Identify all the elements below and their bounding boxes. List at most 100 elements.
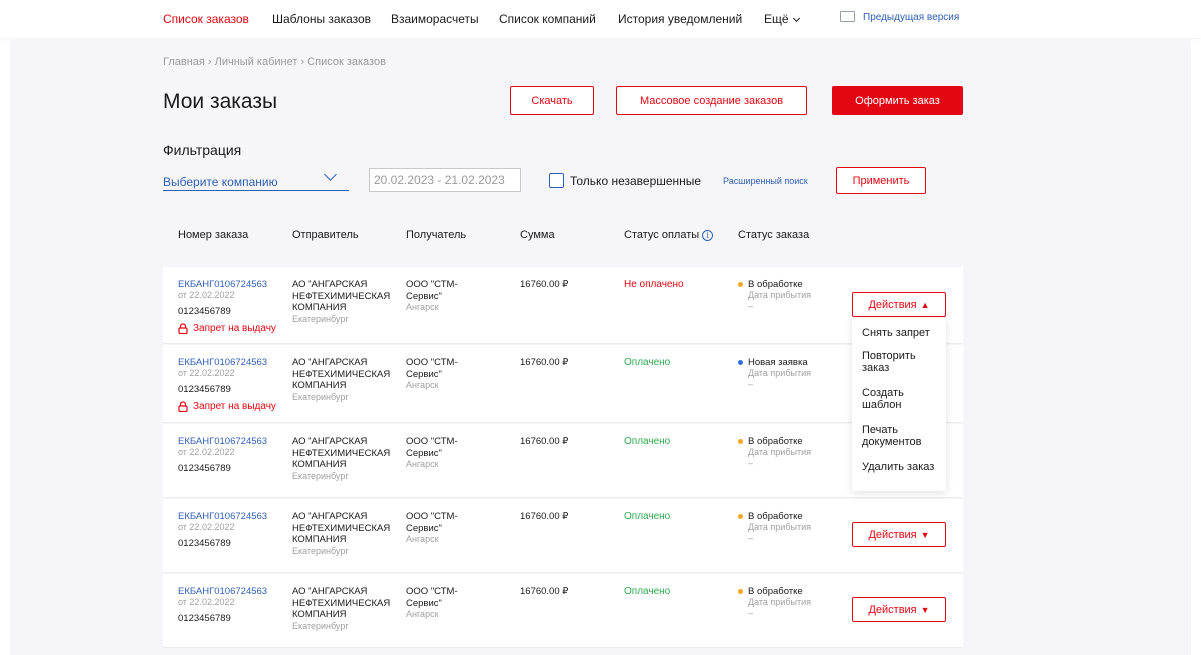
actions-button[interactable]: Действия ▲ — [852, 292, 946, 317]
download-button[interactable]: Скачать — [510, 86, 594, 115]
recipient-city: Ангарск — [406, 459, 439, 469]
ban-label: Запрет на выдачу — [193, 401, 276, 412]
order-code: 0123456789 — [178, 306, 231, 317]
triangle-down-icon: ▼ — [920, 529, 930, 540]
previous-version-link[interactable]: Предыдущая версия — [840, 11, 959, 23]
sender-name: АО "АНГАРСКАЯ НЕФТЕХИМИЧЕСКАЯ КОМПАНИЯ — [292, 436, 391, 470]
arrival-label: Дата прибытия — [748, 368, 811, 378]
recipient-city: Ангарск — [406, 534, 439, 544]
menu-item-create-template[interactable]: Создать шаблон — [862, 387, 942, 411]
order-date: от 22.02.2022 — [178, 597, 235, 607]
menu-item-delete-order[interactable]: Удалить заказ — [862, 461, 942, 473]
sender-name: АО "АНГАРСКАЯ НЕФТЕХИМИЧЕСКАЯ КОМПАНИЯ — [292, 586, 391, 620]
menu-item-repeat-order[interactable]: Повторить заказ — [862, 350, 942, 374]
nav-item-label: Список заказов — [163, 12, 249, 26]
arrival-label: Дата прибытия — [748, 447, 811, 457]
header-order-number: Номер заказа — [178, 229, 249, 241]
nav-item-templates[interactable]: Шаблоны заказов — [272, 12, 371, 26]
payment-status: Оплачено — [624, 586, 671, 597]
payment-status: Оплачено — [624, 357, 671, 368]
order-number-link[interactable]: ЕКБАНГ0106724563 — [178, 586, 267, 597]
arrival-date: – — [748, 458, 754, 468]
monitor-icon — [840, 11, 855, 22]
recipient-name: ООО "СТМ-Сервис" — [406, 436, 458, 459]
order-status: В обработке — [738, 279, 811, 290]
payment-status: Не оплачено — [624, 279, 684, 290]
sender-city: Екатеринбург — [292, 391, 349, 402]
advanced-search-link[interactable]: Расширенный поиск — [723, 176, 808, 186]
payment-status: Оплачено — [624, 511, 671, 522]
header-payment-status: Статус оплаты i — [624, 229, 714, 241]
order-code: 0123456789 — [178, 538, 231, 549]
status-dot — [738, 514, 743, 519]
table-row: ЕКБАНГ0106724563 от 22.02.2022 012345678… — [163, 424, 963, 498]
table-row: ЕКБАНГ0106724563 от 22.02.2022 012345678… — [163, 267, 963, 344]
status-dot — [738, 589, 743, 594]
actions-button[interactable]: Действия ▼ — [852, 597, 946, 622]
apply-button[interactable]: Применить — [836, 167, 926, 194]
order-date: от 22.02.2022 — [178, 522, 235, 532]
filter-title: Фильтрация — [163, 142, 242, 158]
chevron-down-icon — [324, 168, 337, 181]
sender-name: АО "АНГАРСКАЯ НЕФТЕХИМИЧЕСКАЯ КОМПАНИЯ — [292, 279, 391, 313]
nav-item-notifications[interactable]: История уведомлений — [618, 12, 742, 26]
order-status-label: В обработке — [748, 586, 803, 597]
order-status: В обработке — [738, 586, 811, 597]
header-sum: Сумма — [520, 229, 555, 241]
table-row: ЕКБАНГ0106724563 от 22.02.2022 012345678… — [163, 345, 963, 423]
order-sum: 16760.00 ₽ — [520, 279, 569, 290]
order-status: Новая заявка — [738, 357, 811, 368]
status-dot — [738, 439, 743, 444]
date-range-input[interactable] — [369, 168, 521, 192]
arrival-date: – — [748, 379, 754, 389]
arrival-label: Дата прибытия — [748, 290, 811, 300]
order-number-link[interactable]: ЕКБАНГ0106724563 — [178, 511, 267, 522]
nav-item-companies[interactable]: Список компаний — [499, 12, 596, 26]
arrival-date: – — [748, 301, 754, 311]
header-payment-status-label: Статус оплаты — [624, 229, 700, 241]
header-order-status: Статус заказа — [738, 229, 810, 241]
menu-item-print-documents[interactable]: Печать документов — [862, 424, 942, 448]
menu-item-remove-ban[interactable]: Снять запрет — [862, 327, 942, 339]
order-code: 0123456789 — [178, 384, 231, 395]
sender-city: Екатеринбург — [292, 470, 349, 481]
arrival-date: – — [748, 533, 754, 543]
info-icon[interactable]: i — [702, 230, 714, 241]
nav-item-settlements[interactable]: Взаиморасчеты — [391, 12, 479, 26]
company-select[interactable]: Выберите компанию — [163, 168, 349, 191]
header-recipient: Получатель — [406, 229, 467, 241]
arrival-label: Дата прибытия — [748, 597, 811, 607]
lock-icon — [178, 401, 188, 412]
nav-item-orders[interactable]: Список заказов — [163, 12, 249, 40]
order-code: 0123456789 — [178, 613, 231, 624]
create-order-button[interactable]: Оформить заказ — [832, 86, 963, 115]
sender-name: АО "АНГАРСКАЯ НЕФТЕХИМИЧЕСКАЯ КОМПАНИЯ — [292, 357, 391, 391]
order-date: от 22.02.2022 — [178, 447, 235, 457]
recipient-city: Ангарск — [406, 609, 439, 619]
sender-city: Екатеринбург — [292, 313, 349, 324]
ban-badge: Запрет на выдачу — [178, 401, 276, 412]
order-number-link[interactable]: ЕКБАНГ0106724563 — [178, 436, 267, 447]
order-sum: 16760.00 ₽ — [520, 511, 569, 522]
only-unfinished-checkbox[interactable] — [549, 173, 564, 188]
sender-city: Екатеринбург — [292, 620, 349, 631]
order-status-label: В обработке — [748, 511, 803, 522]
table-row: ЕКБАНГ0106724563 от 22.02.2022 012345678… — [163, 574, 963, 648]
header-sender: Отправитель — [292, 229, 359, 241]
nav-item-more[interactable]: Ещё — [764, 12, 800, 26]
order-status-label: В обработке — [748, 436, 803, 447]
recipient-name: ООО "СТМ-Сервис" — [406, 511, 458, 534]
actions-button[interactable]: Действия ▼ — [852, 522, 946, 547]
order-sum: 16760.00 ₽ — [520, 357, 569, 368]
recipient-name: ООО "СТМ-Сервис" — [406, 586, 458, 609]
nav-item-label: Ещё — [764, 12, 789, 26]
bulk-create-button[interactable]: Массовое создание заказов — [616, 86, 807, 115]
recipient-name: ООО "СТМ-Сервис" — [406, 279, 458, 302]
order-number-link[interactable]: ЕКБАНГ0106724563 — [178, 357, 276, 368]
order-number-link[interactable]: ЕКБАНГ0106724563 — [178, 279, 276, 290]
order-status-label: Новая заявка — [748, 357, 808, 368]
ban-label: Запрет на выдачу — [193, 323, 276, 334]
previous-version-label: Предыдущая версия — [863, 12, 960, 23]
order-status: В обработке — [738, 436, 811, 447]
breadcrumb: Главная › Личный кабинет › Список заказо… — [163, 56, 386, 68]
